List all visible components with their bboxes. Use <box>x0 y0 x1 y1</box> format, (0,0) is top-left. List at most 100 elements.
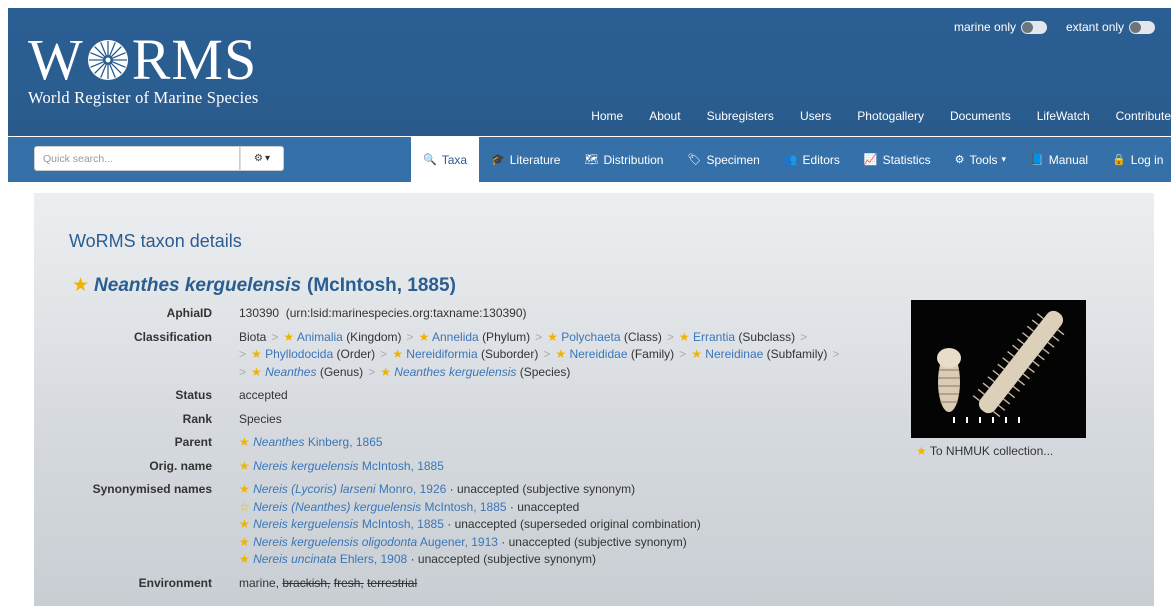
classification-link[interactable]: Animalia <box>297 330 343 344</box>
nav-users[interactable]: Users <box>800 109 831 123</box>
nav-home[interactable]: Home <box>591 109 623 123</box>
caret-down-icon: ▾ <box>264 153 270 164</box>
logo-wordmark: W RMS <box>28 27 259 92</box>
tab-distribution[interactable]: 🗺 Distribution <box>572 137 675 182</box>
book-icon: 📘 <box>1030 154 1044 166</box>
quick-search-input[interactable] <box>34 146 240 171</box>
classification-link[interactable]: Neanthes kerguelensis <box>394 365 516 379</box>
extant-only-label: extant only <box>1066 20 1125 34</box>
classification-link[interactable]: Errantia <box>693 330 735 344</box>
status-label: Status <box>175 388 212 402</box>
environment-marine: marine, <box>239 575 280 590</box>
tab-label: Literature <box>509 152 561 167</box>
tab-literature[interactable]: 🎓 Literature <box>479 137 572 182</box>
nav-photogallery[interactable]: Photogallery <box>857 109 924 123</box>
tab-log-in[interactable]: 🔒 Log in <box>1100 137 1171 182</box>
synonym-link[interactable]: Nereis (Neanthes) kerguelensis McIntosh,… <box>253 500 506 514</box>
search-options-button[interactable]: ⚙ ▾ <box>240 146 284 171</box>
marine-only-toggle[interactable]: marine only <box>954 20 1048 34</box>
environment-fresh: fresh, <box>333 575 364 590</box>
classification-rank: (Class) <box>623 329 662 344</box>
synonym-link[interactable]: Nereis kerguelensis McIntosh, 1885 <box>253 517 444 531</box>
orig-name-link[interactable]: Nereis kerguelensis McIntosh, 1885 <box>253 459 444 473</box>
breadcrumb-separator: > <box>800 329 808 344</box>
rank-value: Species <box>239 411 282 426</box>
classification-link[interactable]: Neanthes <box>265 365 316 379</box>
classification-rank: (Phylum) <box>482 329 531 344</box>
graduation-cap-icon: 🎓 <box>491 154 505 166</box>
nav-documents[interactable]: Documents <box>950 109 1011 123</box>
classification-rank: (Suborder) <box>480 347 539 361</box>
classification-rank: (Subclass) <box>738 329 796 344</box>
tab-specimen[interactable]: 🏷 Specimen <box>675 137 771 182</box>
users-icon: 👥 <box>783 154 798 166</box>
tab-label: Editors <box>802 152 840 167</box>
line-chart-icon: 📈 <box>863 154 878 166</box>
classification-item: ★ Polychaeta (Class) <box>547 330 662 344</box>
nav-contribute[interactable]: Contribute <box>1116 109 1171 123</box>
tab-statistics[interactable]: 📈 Statistics <box>852 137 943 182</box>
parent-link[interactable]: Neanthes Kinberg, 1865 <box>253 435 382 449</box>
breadcrumb-separator: > <box>368 364 376 379</box>
star-outline-icon: ☆ <box>239 499 254 514</box>
classification-item: ★ Animalia (Kingdom) <box>283 330 401 344</box>
page-heading: WoRMS taxon details <box>69 231 242 251</box>
star-icon: ★ <box>239 552 254 566</box>
star-icon: ★ <box>239 435 250 449</box>
classification-link[interactable]: Phyllodocida <box>265 347 333 361</box>
classification-link[interactable]: Nereidiformia <box>406 347 477 361</box>
logo-letters-rms: RMS <box>131 27 258 92</box>
photo-caption[interactable]: ★ To NHMUK collection... <box>916 444 1053 458</box>
synonym-status: · unaccepted <box>509 499 580 514</box>
breadcrumb-separator: > <box>239 364 247 379</box>
nav-lifewatch[interactable]: LifeWatch <box>1037 109 1090 123</box>
gear-icon: ⚙ <box>254 153 263 164</box>
classification-rank: (Genus) <box>319 364 364 379</box>
star-icon: ★ <box>239 458 250 473</box>
parent-value: ★ Neanthes Kinberg, 1865 <box>239 434 879 458</box>
classification-link[interactable]: Polychaeta <box>561 330 620 344</box>
synonym-item: ★ Nereis (Lycoris) larseni Monro, 1926 ·… <box>239 481 879 499</box>
tab-tools[interactable]: ⚙ Tools ▾ <box>943 137 1018 182</box>
tag-icon: 🏷 <box>687 154 702 166</box>
classification-link[interactable]: Nereidinae <box>705 347 763 361</box>
breadcrumb-separator: > <box>406 329 414 344</box>
classification-item: ★ Nereidinae (Subfamily) <box>691 347 827 361</box>
classification-item: ★ Neanthes (Genus) <box>251 365 363 379</box>
star-icon: ★ <box>283 329 297 344</box>
nav-about[interactable]: About <box>649 109 680 123</box>
synonym-link[interactable]: Nereis (Lycoris) larseni Monro, 1926 <box>253 482 446 496</box>
marine-only-switch[interactable] <box>1021 20 1048 34</box>
synonym-link[interactable]: Nereis uncinata Ehlers, 1908 <box>253 552 407 566</box>
main-tabs: 🔍 Taxa 🎓 Literature 🗺 Distribution 🏷 Specimen 👥 E… <box>411 137 1171 182</box>
classification-link[interactable]: Annelida <box>432 330 479 344</box>
classification-rank: (Subfamily) <box>766 347 828 361</box>
aphiaid-label: AphiaID <box>166 306 212 320</box>
worms-logo[interactable]: W RMS World Register of Marine Species <box>28 27 259 108</box>
top-navigation: Home About Subregisters Users Photogalle… <box>565 108 1171 124</box>
taxon-authority: (McIntosh, 1885) <box>307 274 456 296</box>
specimen-photo[interactable] <box>911 300 1086 438</box>
tab-editors[interactable]: 👥 Editors <box>772 137 852 182</box>
classification-item: ★ Phyllodocida (Order) <box>251 347 375 361</box>
specimen-photo-image <box>911 300 1086 438</box>
tab-taxa[interactable]: 🔍 Taxa <box>411 137 480 182</box>
logo-letter-w: W <box>28 27 84 92</box>
photo-caption-text: To NHMUK collection... <box>929 444 1054 458</box>
nav-subregisters[interactable]: Subregisters <box>707 109 774 123</box>
search-icon: 🔍 <box>423 154 437 166</box>
tab-label: Statistics <box>882 152 931 167</box>
map-icon: 🗺 <box>584 154 599 166</box>
classification-link[interactable]: Nereididae <box>569 347 627 361</box>
breadcrumb-separator: > <box>832 347 840 361</box>
extant-only-switch[interactable] <box>1129 20 1156 34</box>
taxon-details-table: AphiaID 130390 (urn:lsid:marinespecies.o… <box>34 305 879 598</box>
synonymised-names-label: Synonymised names <box>92 482 212 496</box>
tab-manual[interactable]: 📘 Manual <box>1018 137 1100 182</box>
extant-only-toggle[interactable]: extant only <box>1066 20 1156 34</box>
breadcrumb-separator: > <box>543 347 551 361</box>
breadcrumb-separator: > <box>380 347 388 361</box>
cogs-icon: ⚙ <box>954 154 965 166</box>
orig-name-value: ★ Nereis kerguelensis McIntosh, 1885 <box>239 458 879 482</box>
synonym-link[interactable]: Nereis kerguelensis oligodonta Augener, … <box>253 535 498 549</box>
